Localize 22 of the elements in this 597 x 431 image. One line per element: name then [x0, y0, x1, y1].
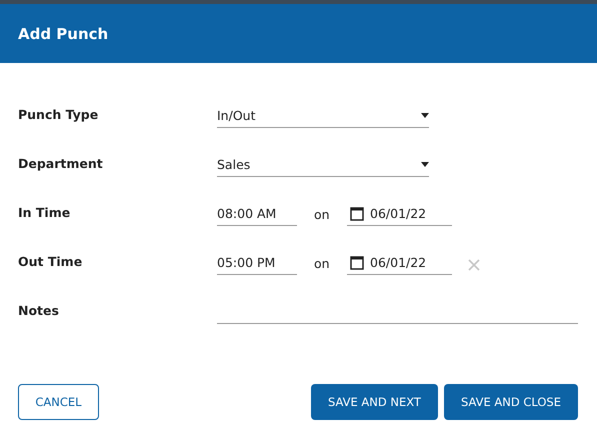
save-button[interactable]: SAVE AND CLOSE	[444, 384, 578, 420]
save-button[interactable]: SAVE AND NEXT	[310, 384, 438, 420]
dialog-title: Add Punch	[18, 24, 108, 42]
dropdown[interactable]: In/Out	[217, 104, 429, 128]
cancel-button[interactable]: CANCEL	[18, 384, 99, 420]
field-label: Notes	[18, 303, 60, 320]
calendar-icon	[350, 255, 364, 270]
field-label: In Time	[18, 205, 72, 222]
on-label: on	[313, 256, 331, 273]
on-label: on	[313, 207, 331, 224]
date-field[interactable]: 06/01/22	[347, 202, 452, 226]
field-label: Out Time	[18, 254, 84, 271]
dropdown[interactable]: Sales	[217, 153, 429, 177]
field-label: Punch Type	[18, 107, 100, 124]
caret-icon	[421, 113, 429, 118]
close-icon[interactable]	[468, 259, 480, 271]
caret-icon	[421, 162, 429, 167]
time-field[interactable]: 05:00 PM	[217, 251, 297, 275]
calendar-icon	[350, 206, 364, 221]
date-field[interactable]: 06/01/22	[347, 251, 452, 275]
time-field[interactable]: 08:00 AM	[217, 202, 297, 226]
field-label: Department	[18, 156, 104, 173]
